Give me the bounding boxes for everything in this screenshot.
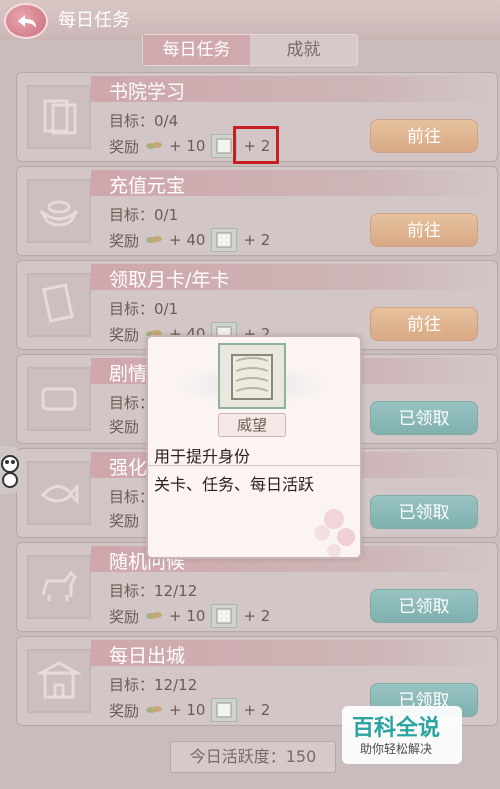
flower-decoration [314,509,355,557]
task-title: 领取月卡/年卡 [109,269,230,291]
claimed-button[interactable]: 已领取 [370,495,478,529]
task-title: 充值元宝 [109,175,186,197]
copper-sprout-icon [146,236,163,243]
horse-icon [27,555,91,619]
page-title: 每日任务 [58,10,130,31]
task-target: 目标：0/1 [109,206,179,224]
task-target: 目标：0/1 [109,300,179,318]
task-reward: 奖励 [109,512,140,530]
task-target: 目标：12/12 [109,582,198,600]
task-title: 每日出城 [109,645,186,667]
activity-score: 今日活跃度：150 [170,741,336,773]
item-tooltip: 威望 用于提升身份 关卡、任务、每日活跃 [146,335,362,559]
tab-bar: 每日任务 成就 [142,34,358,66]
prestige-scroll-icon [211,228,238,252]
go-button[interactable]: 前往 [370,307,478,341]
watermark-subtitle: 助你轻松解决 [360,742,433,756]
back-button[interactable] [4,3,48,39]
copper-sprout-icon [146,612,163,619]
task-reward: 奖励 + 10 + 2 [109,698,270,722]
copper-sprout-icon [146,706,163,713]
watermark-title: 百科全说 [352,716,441,741]
watermark: 百科全说 助你轻松解决 [342,706,462,764]
prestige-scroll-icon [218,343,286,409]
task-reward: 奖励 + 10 + 2 [109,604,270,628]
tab-daily-tasks[interactable]: 每日任务 [143,35,250,65]
go-button[interactable]: 前往 [370,213,478,247]
ingot-icon [27,179,91,243]
copper-sprout-icon [146,142,163,149]
prestige-scroll-icon [211,698,238,722]
task-target: 目标：12/12 [109,676,198,694]
task-target: 目标：0/4 [109,112,179,130]
task-reward: 奖励 [109,418,140,436]
go-button[interactable]: 前往 [370,119,478,153]
tab-achievements[interactable]: 成就 [250,35,357,65]
item-name: 威望 [218,413,286,437]
prestige-scroll-icon [211,604,238,628]
task-reward: 奖励 + 40 + 2 [109,228,270,252]
claimed-button[interactable]: 已领取 [370,401,478,435]
card-icon [27,273,91,337]
gate-icon [27,649,91,713]
highlight-box [233,126,279,164]
task-card: 充值元宝 目标：0/1 奖励 + 40 + 2 前往 [16,166,498,256]
task-card: 书院学习 目标：0/4 奖励 + 10 + 2 前往 [16,72,498,164]
fish-icon [27,461,91,525]
panda-icon[interactable] [0,446,20,494]
divider [148,465,360,466]
task-title: 剧情 [109,363,148,385]
task-title: 强化 [109,457,148,479]
task-title: 书院学习 [109,81,186,103]
claimed-button[interactable]: 已领取 [370,589,478,623]
scroll-icon [27,367,91,431]
item-description: 用于提升身份 [154,447,251,466]
back-arrow-icon [18,15,36,28]
item-sources: 关卡、任务、每日活跃 [154,475,315,494]
book-icon [27,85,91,149]
